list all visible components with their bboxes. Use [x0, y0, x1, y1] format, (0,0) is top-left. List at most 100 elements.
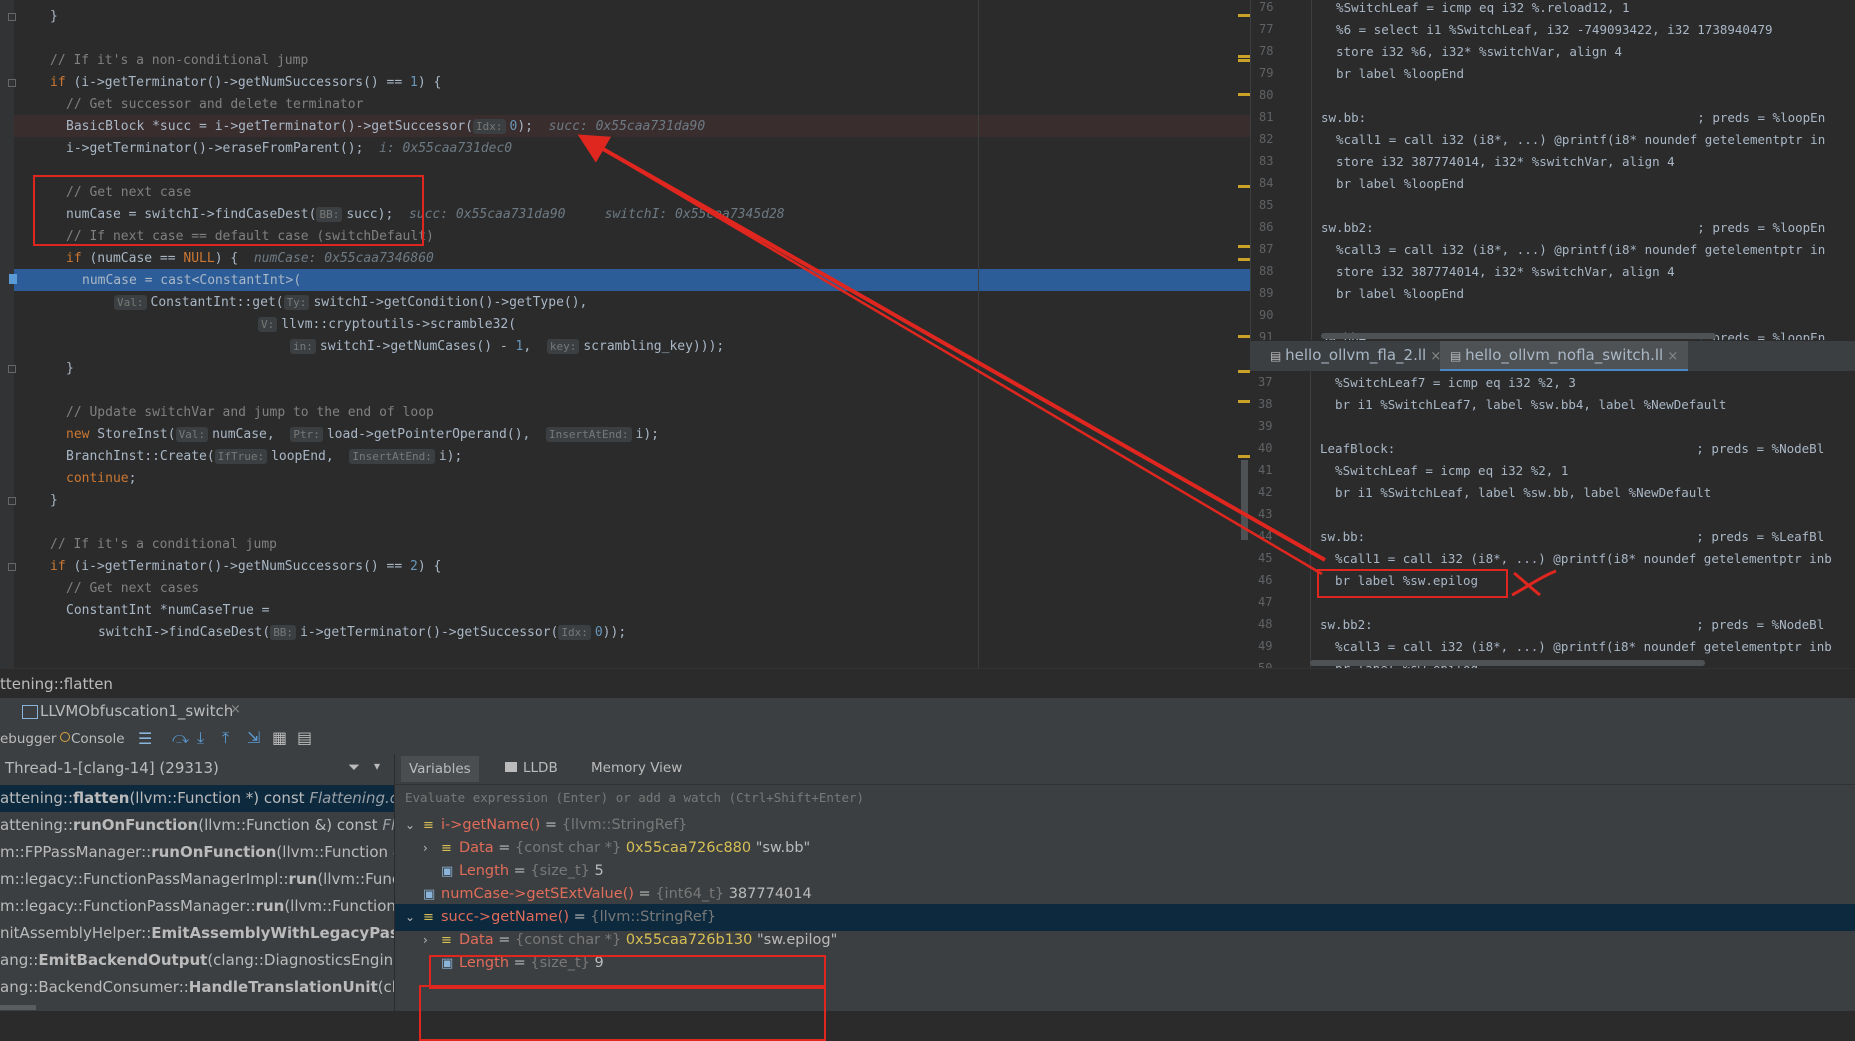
ll-code-line[interactable]: store i32 387774014, i32* %switchVar, al… [1321, 154, 1675, 169]
ll-code-line[interactable]: sw.bb: ; preds = %LeafBl [1320, 529, 1824, 544]
ll-bottom-hscroll[interactable] [1310, 660, 1705, 666]
code-line[interactable]: // If it's a non-conditional jump [50, 50, 308, 72]
step-over-icon[interactable]: ⤼ [172, 728, 189, 748]
code-line[interactable]: Val: ConstantInt::get(Ty: switchI->getCond… [114, 292, 587, 314]
debug-panel: ttening::flatten LLVMObfuscation1_switch… [0, 668, 1855, 1041]
stack-frame[interactable]: m::legacy::FunctionPassManager::run(llvm… [0, 893, 394, 920]
fold-marker-icon[interactable] [8, 497, 16, 505]
tab-lldb[interactable]: LLDB [523, 760, 558, 776]
ll-code-line[interactable]: br i1 %SwitchLeaf, label %sw.bb, label %… [1320, 485, 1711, 500]
ll-code-line[interactable]: %call3 = call i32 (i8*, ...) @printf(i8*… [1320, 639, 1832, 654]
ll-code-line[interactable]: br label %loopEnd [1321, 176, 1464, 191]
thread-selector[interactable]: Thread-1-[clang-14] (29313) ⏷ ▾ [0, 754, 394, 784]
stack-frame[interactable]: ang::EmitBackendOutput(clang::Diagnostic… [0, 947, 394, 974]
tab-memory-view[interactable]: Memory View [591, 760, 682, 776]
code-line[interactable]: ConstantInt *numCaseTrue = [66, 600, 270, 622]
code-line[interactable]: BranchInst::Create(IfTrue: loopEnd, Inser… [66, 446, 462, 468]
ll-code-line[interactable]: br i1 %SwitchLeaf7, label %sw.bb4, label… [1320, 397, 1726, 412]
fold-marker-icon[interactable] [8, 563, 16, 571]
stack-frame[interactable]: attening::flatten(llvm::Function *) cons… [0, 785, 394, 812]
ll-code-line[interactable]: sw.bb2: ; preds = %loopEn [1321, 220, 1825, 235]
watch-input[interactable]: Evaluate expression (Enter) or add a wat… [405, 790, 864, 805]
code-line[interactable]: new StoreInst(Val: numCase, Ptr: load->get… [66, 424, 659, 446]
ll-code-line[interactable]: store i32 387774014, i32* %switchVar, al… [1321, 264, 1675, 279]
line-number: 39 [1258, 419, 1273, 433]
stack-frame[interactable]: nitAssemblyHelper::EmitAssemblyWithLegac… [0, 920, 394, 947]
code-line[interactable]: if (i->getTerminator()->getNumSuccessors… [50, 72, 441, 94]
ll-code-line[interactable]: store i32 %6, i32* %switchVar, align 4 [1321, 44, 1622, 59]
stack-frame[interactable]: m::legacy::FunctionPassManagerImpl::run(… [0, 866, 394, 893]
code-line[interactable]: switchI->findCaseDest(BB: i->getTerminato… [98, 622, 626, 644]
debug-inline-value: i: 0x55caa731dec0 [379, 141, 513, 156]
ll-top-pane[interactable]: 76 %SwitchLeaf = icmp eq i32 %.reload12,… [1250, 0, 1855, 340]
close-tab-icon[interactable]: × [1426, 349, 1441, 364]
code-line[interactable]: if (i->getTerminator()->getNumSuccessors… [50, 556, 441, 578]
ll-bottom-pane[interactable]: 37 %SwitchLeaf7 = icmp eq i32 %2, 3 38 br… [1250, 371, 1855, 668]
frames-list[interactable]: attening::flatten(llvm::Function *) cons… [0, 785, 394, 1011]
ll-code-line[interactable]: sw.bb2: ; preds = %NodeBl [1320, 617, 1824, 632]
ll-code-line[interactable]: br label %loopEnd [1321, 286, 1464, 301]
variable-type: {int64_t} [655, 886, 725, 902]
code-text: , [523, 339, 547, 354]
step-out-icon[interactable]: ⤒ [222, 728, 229, 748]
tab-variables[interactable]: Variables [401, 756, 479, 782]
fold-marker-icon[interactable] [8, 79, 16, 87]
chevron-down-icon[interactable]: ▾ [374, 759, 380, 773]
code-line[interactable]: continue; [66, 468, 136, 490]
breadcrumb[interactable]: ttening::flatten [0, 675, 113, 693]
ll-code-line[interactable]: %call1 = call i32 (i8*, ...) @printf(i8*… [1320, 551, 1832, 566]
bookmark-icon[interactable] [9, 274, 17, 284]
code-text: i->getTerminator()->eraseFromParent(); [66, 141, 380, 156]
stack-frame[interactable]: ang::BackendConsumer::HandleTranslationU… [0, 974, 394, 1001]
watch-input-row[interactable]: Evaluate expression (Enter) or add a wat… [395, 785, 1855, 812]
session-tab[interactable]: LLVMObfuscation1_switch [40, 702, 233, 720]
code-line[interactable]: // If it's a conditional jump [50, 534, 277, 556]
fold-marker-icon[interactable] [8, 13, 16, 21]
code-line[interactable]: // Update switchVar and jump to the end … [66, 402, 434, 424]
fold-marker-icon[interactable] [8, 365, 16, 373]
code-line[interactable]: if (numCase == NULL) { numCase: 0x55caa7… [66, 248, 434, 270]
code-line[interactable]: V: llvm::cryptoutils->scramble32( [258, 314, 516, 336]
code-line[interactable]: } [50, 6, 58, 28]
code-line[interactable]: i->getTerminator()->eraseFromParent(); i… [66, 138, 512, 160]
stack-frame[interactable]: attening::runOnFunction(llvm::Function &… [0, 812, 394, 839]
close-session-icon[interactable]: × [230, 702, 241, 717]
ll-code-line[interactable]: LeafBlock: ; preds = %NodeBl [1320, 441, 1824, 456]
frames-hscroll[interactable] [0, 1005, 36, 1010]
ll-code-line[interactable]: sw.bb: ; preds = %loopEn [1321, 110, 1825, 125]
code-text: load->getPointerOperand(), [326, 427, 547, 442]
filter-icon[interactable]: ⏷ [348, 758, 360, 776]
editor-scrollbar-thumb[interactable] [1241, 460, 1248, 540]
ll-top-hscroll[interactable] [1321, 333, 1716, 339]
variable-type: {llvm::StringRef} [590, 909, 717, 925]
code-line[interactable]: // Get next cases [66, 578, 199, 600]
frames-layout-icon[interactable]: ▤ [297, 728, 312, 747]
code-line[interactable]: BasicBlock *succ = i->getTerminator()->g… [66, 116, 705, 138]
ll-code-line[interactable]: %SwitchLeaf = icmp eq i32 %.reload12, 1 [1321, 0, 1630, 15]
code-line[interactable]: in: switchI->getNumCases() - 1, key: scram… [290, 336, 724, 358]
step-into-icon[interactable]: ⤓ [197, 728, 204, 748]
ll-code-line[interactable]: %call1 = call i32 (i8*, ...) @printf(i8*… [1321, 132, 1825, 147]
ll-code-line[interactable]: %SwitchLeaf7 = icmp eq i32 %2, 3 [1320, 375, 1576, 390]
line-number: 44 [1258, 529, 1273, 543]
code-line[interactable]: numCase = cast<ConstantInt>( [82, 270, 301, 292]
menu-icon[interactable]: ☰ [138, 729, 152, 748]
code-line[interactable]: } [66, 358, 74, 380]
ll-code-line[interactable]: %6 = select i1 %SwitchLeaf, i32 -7490934… [1321, 22, 1773, 37]
ll-code-line[interactable]: %call3 = call i32 (i8*, ...) @printf(i8*… [1321, 242, 1825, 257]
debugger-tab[interactable]: ebugger [0, 731, 56, 747]
ll-code-line[interactable]: %SwitchLeaf = icmp eq i32 %2, 1 [1320, 463, 1568, 478]
ll-file-tab[interactable]: ▤ hello_ollvm_fla_2.ll × [1260, 341, 1451, 369]
ll-code-line[interactable]: br label %loopEnd [1321, 66, 1464, 81]
close-tab-icon[interactable]: × [1663, 349, 1678, 364]
stack-frame[interactable]: m::FPPassManager::runOnFunction(llvm::Fu… [0, 839, 394, 866]
ll-tab-bar: ▤ hello_ollvm_fla_2.ll × ▤ hello_ollvm_no… [1250, 341, 1855, 372]
code-line[interactable]: // Get successor and delete terminator [66, 94, 363, 116]
evaluate-icon[interactable]: ▦ [272, 728, 287, 747]
code-line[interactable]: } [50, 490, 58, 512]
ll-file-tab[interactable]: ▤ hello_ollvm_nofla_switch.ll × [1440, 341, 1689, 372]
code-editor[interactable]: } // If it's a non-conditional jump if (i-… [0, 0, 1250, 668]
console-tab[interactable]: Console [71, 731, 125, 747]
run-to-cursor-icon[interactable]: ⇲ [247, 728, 260, 747]
equals-sign: = [540, 817, 562, 833]
